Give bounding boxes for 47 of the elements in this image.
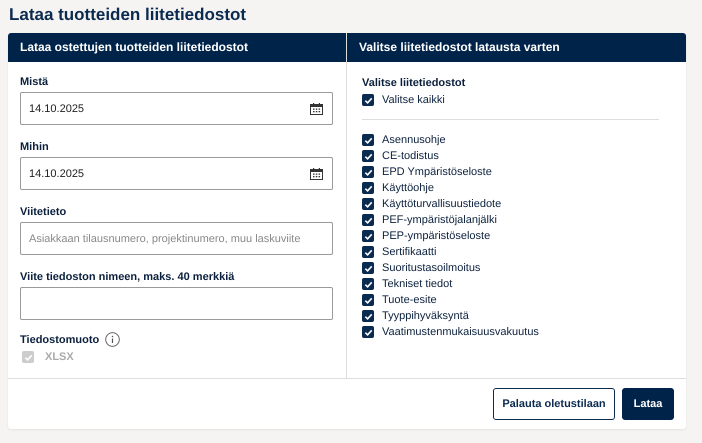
date-field[interactable]: 14.10.2025 bbox=[20, 157, 333, 190]
checkbox-label: Valitse kaikki bbox=[382, 94, 445, 106]
checkbox-label: Käyttöohje bbox=[382, 182, 434, 194]
checkbox-label: Käyttöturvallisuustiedote bbox=[382, 198, 502, 210]
reset-button[interactable]: Palauta oletustilaan bbox=[493, 388, 615, 420]
page-title: Lataa tuotteiden liitetiedostot bbox=[9, 4, 246, 26]
checkbox-label: Suoritustasoilmoitus bbox=[382, 262, 480, 274]
checkbox[interactable] bbox=[362, 230, 374, 242]
checkbox[interactable] bbox=[362, 94, 374, 106]
checkbox-label: CE-todistus bbox=[382, 150, 439, 162]
checkbox-label: Asennusohje bbox=[382, 134, 446, 146]
checkbox[interactable] bbox=[362, 310, 374, 322]
checkbox[interactable] bbox=[362, 166, 374, 178]
checkbox[interactable] bbox=[362, 294, 374, 306]
download-button[interactable]: Lataa bbox=[622, 388, 674, 420]
date-field[interactable]: 14.10.2025 bbox=[20, 92, 333, 125]
checkbox[interactable] bbox=[362, 214, 374, 226]
checkbox[interactable] bbox=[362, 134, 374, 146]
checkbox-label: PEP-ympäristöseloste bbox=[382, 230, 490, 242]
calendar-icon bbox=[310, 103, 323, 115]
checkbox-label: XLSX bbox=[45, 351, 74, 363]
field-label: Tiedostomuoto bbox=[20, 334, 100, 346]
input-field[interactable] bbox=[20, 287, 333, 320]
checkbox[interactable] bbox=[362, 182, 374, 194]
checkbox[interactable] bbox=[362, 278, 374, 290]
info-icon bbox=[105, 332, 120, 347]
checkbox-label: Tyyppihyväksyntä bbox=[382, 310, 469, 322]
calendar-icon bbox=[310, 168, 323, 180]
panel-header: Lataa ostettujen tuotteiden liitetiedostot bbox=[8, 33, 346, 62]
checkbox[interactable] bbox=[362, 246, 374, 258]
checkbox-label: Tekniset tiedot bbox=[382, 278, 452, 290]
checkbox[interactable] bbox=[362, 150, 374, 162]
checkbox-label: PEF-ympäristöjalanjälki bbox=[382, 214, 497, 226]
checkbox[interactable] bbox=[362, 198, 374, 210]
panel-header: Valitse liitetiedostot latausta varten bbox=[347, 33, 686, 62]
checkbox[interactable] bbox=[362, 326, 374, 338]
checkbox-label: Tuote-esite bbox=[382, 294, 437, 306]
field-label: Mihin bbox=[20, 141, 49, 153]
checkbox-label: EPD Ympäristöseloste bbox=[382, 166, 492, 178]
field-label: Mistä bbox=[20, 76, 48, 88]
checkbox[interactable] bbox=[362, 262, 374, 274]
checkbox-label: Vaatimustenmukaisuusvakuutus bbox=[382, 326, 539, 338]
group-label: Valitse liitetiedostot bbox=[362, 77, 466, 89]
checkbox-label: Sertifikaatti bbox=[382, 246, 436, 258]
input-field[interactable]: Asiakkaan tilausnumero, projektinumero, muu laskuviite bbox=[20, 222, 333, 255]
field-label: Viitetieto bbox=[20, 206, 66, 218]
field-label: Viite tiedoston nimeen, maks. 40 merkkiä bbox=[20, 271, 234, 283]
